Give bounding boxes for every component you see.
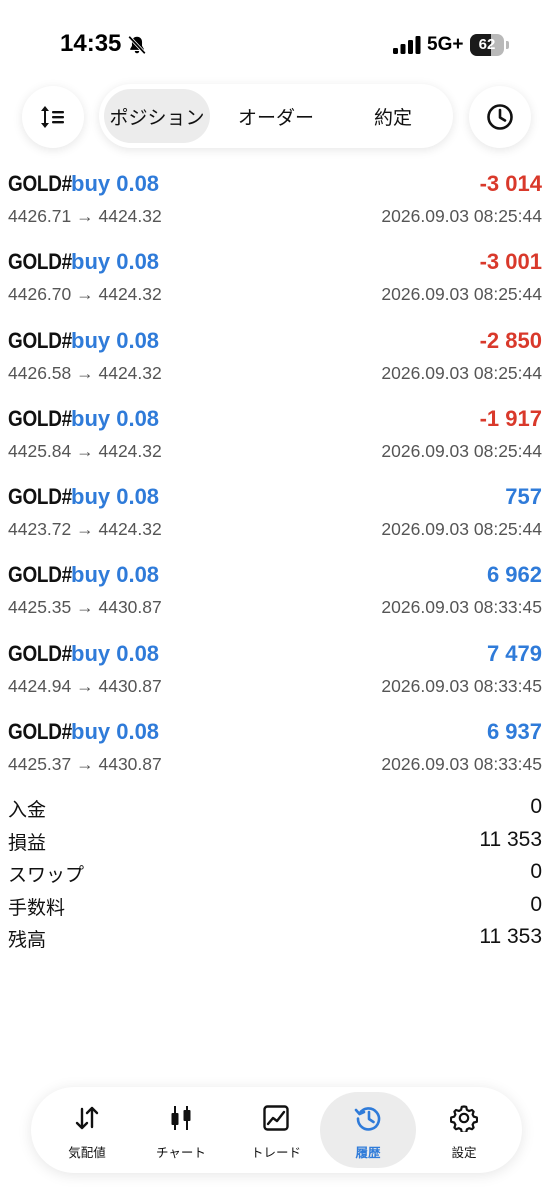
deal-profit: -3 001 (479, 249, 542, 275)
deal-profit: 6 962 (486, 562, 542, 588)
tab-chart[interactable]: チャート (133, 1092, 229, 1168)
deal-time: 2026.09.03 08:25:44 (381, 519, 542, 540)
tab-settings-label: 設定 (451, 1145, 477, 1160)
deal-profit: -3 014 (479, 171, 542, 196)
deal-profit: 757 (505, 484, 542, 510)
deal-time: 2026.09.03 08:25:44 (381, 206, 542, 226)
deal-prices: 4426.58 → 4424.32 (8, 362, 162, 383)
deal-row[interactable]: GOLD# buy 0.08 -3 001 4426.70 → 4424.32 … (0, 238, 552, 316)
tab-quotes-label: 気配値 (68, 1145, 106, 1160)
deal-row[interactable]: GOLD# buy 0.08 6 937 4425.37 → 4430.87 2… (0, 708, 552, 786)
sort-icon (41, 106, 64, 128)
summary-label: 損益 (8, 831, 47, 854)
deal-row[interactable]: GOLD# buy 0.08 757 4423.72 → 4424.32 202… (0, 473, 552, 551)
deal-symbol: GOLD# (8, 249, 72, 275)
summary-swap: スワップ 0 (0, 857, 552, 890)
summary-value: 0 (530, 860, 542, 883)
summary-label: 残高 (8, 929, 47, 951)
deal-time: 2026.09.03 08:25:44 (381, 362, 542, 383)
tab-deals-label: 約定 (373, 106, 412, 129)
summary-profit: 損益 11 353 (0, 825, 552, 858)
tab-trade-label: トレード (250, 1145, 301, 1160)
tab-settings[interactable]: 設定 (416, 1092, 512, 1168)
trade-chart-icon (263, 1105, 289, 1131)
tab-quotes[interactable]: 気配値 (39, 1092, 135, 1168)
network-label: 5G+ (427, 34, 464, 55)
deal-symbol: GOLD# (8, 405, 72, 431)
deal-profit: 6 937 (486, 719, 542, 745)
deal-profit: -2 850 (479, 327, 542, 353)
gear-icon (450, 1105, 478, 1132)
history-type-tabs: ポジション オーダー 約定 (99, 84, 453, 148)
deal-prices: 4424.94 → 4430.87 (8, 675, 162, 696)
deal-row[interactable]: GOLD# buy 0.08 7 479 4424.94 → 4430.87 2… (0, 630, 552, 708)
deal-time: 2026.09.03 08:33:45 (381, 754, 542, 775)
summary-label: 入金 (8, 799, 47, 821)
deal-symbol: GOLD# (8, 719, 72, 745)
deal-prices: 4425.37 → 4430.87 (8, 754, 162, 775)
deal-prices: 4425.35 → 4430.87 (8, 597, 162, 618)
tab-history-label: 履歴 (355, 1145, 381, 1160)
summary-balance: 残高 11 353 (0, 922, 552, 955)
deal-symbol: GOLD# (8, 562, 72, 588)
deal-symbol: GOLD# (8, 171, 72, 196)
tab-orders[interactable]: オーダー (219, 89, 333, 143)
deal-side: buy 0.08 (71, 484, 160, 510)
deal-profit: -1 917 (479, 405, 542, 431)
deal-row[interactable]: GOLD# buy 0.08 -1 917 4425.84 → 4424.32 … (0, 395, 552, 473)
tab-orders-label: オーダー (237, 106, 314, 129)
summary-label: スワップ (8, 864, 85, 886)
deal-time: 2026.09.03 08:25:44 (381, 284, 542, 305)
summary-value: 11 353 (479, 827, 542, 851)
deal-symbol: GOLD# (8, 484, 72, 510)
deal-side: buy 0.08 (71, 562, 160, 588)
summary-label: 手数料 (8, 896, 66, 919)
tab-deals[interactable]: 約定 (343, 89, 443, 143)
summary-value: 0 (530, 795, 542, 818)
deal-time: 2026.09.03 08:33:45 (381, 597, 542, 618)
clock-icon (487, 104, 513, 130)
candlestick-chart-icon (171, 1106, 191, 1130)
deal-row[interactable]: GOLD# buy 0.08 -3 014 4426.71 → 4424.32 … (0, 160, 552, 238)
deal-prices: 4426.70 → 4424.32 (8, 284, 162, 305)
tab-positions[interactable]: ポジション (104, 89, 210, 143)
deal-row[interactable]: GOLD# buy 0.08 -2 850 4426.58 → 4424.32 … (0, 317, 552, 395)
tab-positions-label: ポジション (109, 106, 205, 129)
deal-side: buy 0.08 (71, 171, 160, 196)
status-bar: 14:35 5G+ 62 (0, 0, 552, 90)
bell-muted-icon (128, 35, 146, 55)
battery-level: 62 (478, 36, 496, 53)
summary-value: 11 353 (479, 925, 542, 948)
status-time: 14:35 (60, 30, 122, 57)
quotes-arrows-icon (75, 1106, 99, 1130)
battery-icon: 62 (470, 34, 510, 56)
history-icon (354, 1107, 381, 1131)
deal-side: buy 0.08 (71, 405, 160, 431)
deal-time: 2026.09.03 08:25:44 (381, 440, 542, 461)
bottom-tab-bar: 気配値 チャート トレード 履歴 設定 (31, 1087, 522, 1173)
deal-row[interactable]: GOLD# buy 0.08 6 962 4425.35 → 4430.87 2… (0, 551, 552, 629)
deal-symbol: GOLD# (8, 327, 72, 353)
deal-prices: 4426.71 → 4424.32 (8, 206, 162, 226)
deal-symbol: GOLD# (8, 640, 72, 666)
deal-profit: 7 479 (486, 640, 542, 666)
deal-side: buy 0.08 (71, 327, 160, 353)
sort-button[interactable] (22, 86, 84, 148)
deals-list: GOLD# buy 0.08 -3 014 4426.71 → 4424.32 … (0, 160, 552, 786)
signal-icon (393, 36, 421, 54)
deal-side: buy 0.08 (71, 640, 160, 666)
deal-side: buy 0.08 (71, 249, 160, 275)
tab-history[interactable]: 履歴 (320, 1092, 416, 1168)
deal-time: 2026.09.03 08:33:45 (381, 675, 542, 696)
summary-value: 0 (530, 892, 542, 916)
summary: 入金 0 損益 11 353 スワップ 0 手数料 0 残高 11 353 (0, 792, 552, 955)
deal-prices: 4423.72 → 4424.32 (8, 519, 162, 540)
deal-side: buy 0.08 (71, 719, 160, 745)
period-button[interactable] (469, 86, 531, 148)
deal-prices: 4425.84 → 4424.32 (8, 440, 162, 461)
tab-trade[interactable]: トレード (228, 1092, 324, 1168)
summary-deposit: 入金 0 (0, 792, 552, 825)
summary-commission: 手数料 0 (0, 890, 552, 923)
tab-chart-label: チャート (156, 1145, 206, 1160)
